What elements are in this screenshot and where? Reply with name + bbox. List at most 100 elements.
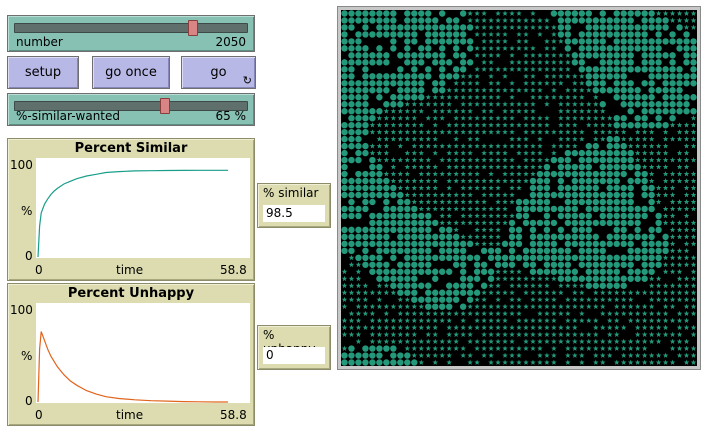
circle-turtle [473, 289, 481, 296]
circle-turtle [432, 87, 439, 94]
circle-turtle [620, 31, 627, 38]
circle-turtle [599, 240, 606, 248]
circle-turtle [564, 149, 572, 157]
circle-turtle [369, 156, 376, 164]
circle-turtle [383, 59, 390, 66]
slider-handle[interactable] [187, 20, 198, 36]
circle-turtle [376, 191, 383, 199]
circle-turtle [634, 45, 641, 52]
circle-turtle [585, 10, 593, 17]
circle-turtle [362, 233, 369, 241]
circle-turtle [557, 247, 565, 255]
circle-turtle [411, 87, 418, 94]
circle-turtle [397, 219, 404, 227]
circle-turtle [341, 59, 348, 66]
circle-turtle [613, 38, 620, 45]
circle-turtle [459, 289, 467, 296]
circle-turtle [411, 94, 418, 101]
circle-turtle [341, 240, 348, 248]
circle-turtle [439, 268, 446, 275]
circle-turtle [439, 80, 446, 87]
setup-button[interactable]: setup [7, 56, 79, 89]
circle-turtle [543, 226, 551, 234]
circle-turtle [473, 268, 481, 275]
circle-turtle [690, 73, 697, 80]
circle-turtle [613, 52, 620, 59]
circle-turtle [452, 240, 460, 248]
circle-turtle [348, 135, 355, 143]
world-view[interactable] [337, 6, 701, 370]
circle-turtle [648, 191, 655, 199]
number-slider[interactable]: number 2050 [7, 15, 255, 52]
circle-turtle [341, 142, 348, 150]
circle-turtle [592, 73, 599, 80]
circle-turtle [439, 303, 446, 310]
circle-turtle [376, 219, 383, 227]
circle-turtle [683, 45, 690, 52]
circle-turtle [439, 296, 446, 303]
circle-turtle [369, 31, 376, 38]
circle-turtle [452, 38, 460, 45]
circle-turtle [690, 59, 697, 66]
go-button[interactable]: go ↻ [181, 56, 256, 89]
circle-turtle [613, 275, 620, 282]
circle-turtle [466, 240, 474, 248]
circle-turtle [341, 73, 348, 80]
circle-turtle [585, 142, 593, 150]
circle-turtle [452, 289, 460, 296]
circle-turtle [564, 184, 572, 192]
x-min-label: 0 [35, 408, 43, 422]
circle-turtle [592, 233, 599, 241]
circle-turtle [362, 87, 369, 94]
circle-turtle [383, 205, 390, 213]
circle-turtle [662, 66, 669, 73]
circle-turtle [606, 163, 613, 171]
circle-turtle [578, 247, 586, 255]
circle-turtle [404, 24, 411, 31]
circle-turtle [536, 247, 544, 255]
circle-turtle [418, 233, 425, 241]
plot-area [36, 303, 250, 403]
slider-handle[interactable] [159, 98, 170, 114]
circle-turtle [571, 275, 579, 282]
circle-turtle [655, 17, 662, 24]
similar-wanted-slider[interactable]: %-similar-wanted 65 % [7, 93, 255, 126]
circle-turtle [641, 170, 648, 178]
circle-turtle [648, 205, 655, 213]
circle-turtle [452, 66, 460, 73]
circle-turtle [397, 212, 404, 220]
circle-turtle [390, 17, 397, 24]
circle-turtle [585, 198, 593, 206]
circle-turtle [641, 247, 648, 255]
circle-turtle [362, 254, 369, 262]
circle-turtle [550, 219, 558, 227]
circle-turtle [592, 156, 599, 164]
circle-turtle [355, 170, 362, 178]
circle-turtle [418, 17, 425, 24]
go-once-button[interactable]: go once [92, 56, 170, 89]
circle-turtle [480, 268, 488, 275]
circle-turtle [599, 73, 606, 80]
circle-turtle [683, 38, 690, 45]
circle-turtle [620, 24, 627, 31]
circle-turtle [627, 261, 634, 268]
circle-turtle [522, 205, 530, 213]
circle-turtle [459, 254, 467, 262]
circle-turtle [648, 108, 655, 115]
circle-turtle [676, 94, 683, 101]
circle-turtle [543, 205, 551, 213]
world-canvas[interactable] [341, 10, 697, 366]
circle-turtle [592, 198, 599, 206]
circle-turtle [355, 212, 362, 220]
circle-turtle [459, 24, 467, 31]
circle-turtle [397, 247, 404, 255]
plot-title: Percent Similar [74, 141, 188, 156]
circle-turtle [599, 66, 606, 73]
circle-turtle [634, 10, 641, 17]
circle-turtle [606, 275, 613, 282]
circle-turtle [578, 254, 586, 262]
circle-turtle [376, 247, 383, 255]
circle-turtle [439, 226, 446, 234]
circle-turtle [397, 352, 404, 359]
circle-turtle [578, 59, 586, 66]
